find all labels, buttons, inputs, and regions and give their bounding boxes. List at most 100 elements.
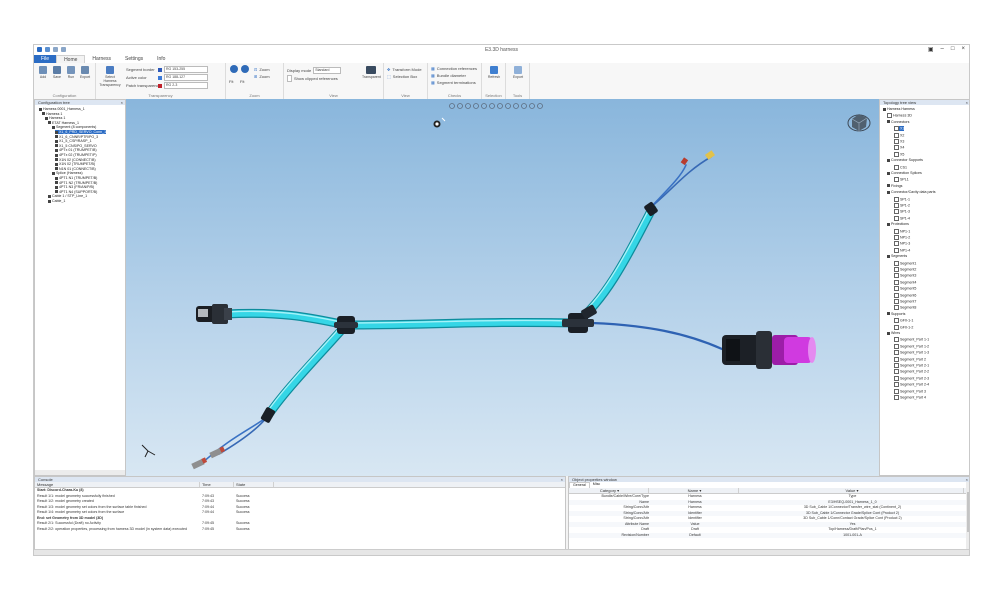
tree-node[interactable]: Harness 3D <box>887 113 912 119</box>
ribbon-options-icon[interactable]: ▣ <box>928 46 934 53</box>
tree-node[interactable]: Segments <box>887 254 907 258</box>
view-cube-icon[interactable] <box>847 114 871 132</box>
tree-node[interactable]: Connectors <box>887 120 909 124</box>
tree-node[interactable]: Segment1 <box>894 260 916 266</box>
zoom-all-button[interactable]: ⊞ Zoom <box>254 74 270 79</box>
tree-node[interactable]: GF0-1-1 <box>894 318 913 324</box>
tree-node[interactable]: N1N 01 (CONNECT/B) <box>55 167 96 171</box>
tree-node[interactable]: Connector/Cavity data parts <box>887 190 936 194</box>
console-col-state[interactable]: State <box>234 482 274 487</box>
tree-node[interactable]: NP1-1 <box>894 228 910 234</box>
tree-node[interactable]: SP1-3 <box>894 209 910 215</box>
zoom-out-button[interactable] <box>240 65 250 74</box>
tree-node[interactable]: 4PTx 02 (TRUMPET/P) <box>55 153 97 157</box>
properties-col-name[interactable]: Name ▾ <box>649 488 739 493</box>
refresh-button[interactable]: Refresh <box>487 66 501 79</box>
tree-node[interactable]: X1N 02 (CONNECT/B) <box>55 158 96 162</box>
segment-terminations-button[interactable]: ▦ Segment terminations <box>431 80 476 85</box>
tree-node[interactable]: Harness 0001_Harness_1 <box>39 107 85 111</box>
tab-home[interactable]: Home <box>56 55 86 63</box>
connection-references-button[interactable]: ▦ Connection references <box>431 66 477 71</box>
export-button[interactable]: Export <box>511 66 525 79</box>
tree-node[interactable]: X5 <box>894 151 904 157</box>
tree-node[interactable]: Splice (Harness) <box>52 171 83 175</box>
3d-viewport[interactable] <box>126 99 879 476</box>
save-button[interactable]: Save <box>51 66 63 79</box>
tree-node[interactable]: Segment_Part 1-1 <box>894 337 929 343</box>
tree-node[interactable]: 4PTx 01 (TRUMPET/B) <box>55 148 97 152</box>
select-transparency-button[interactable]: Select Harness Transparency <box>99 66 121 87</box>
tree-node[interactable]: Segment_Part 1-2 <box>894 343 929 349</box>
tree-node[interactable]: GF0-1-2 <box>894 324 913 330</box>
minimize-icon[interactable]: – <box>941 46 944 53</box>
tree-node[interactable]: Wires <box>887 331 900 335</box>
panel-close-icon[interactable]: × <box>561 477 563 482</box>
show-clipped-checkbox[interactable] <box>287 75 292 82</box>
properties-col-category[interactable]: Category ▾ <box>569 488 649 493</box>
tree-node[interactable]: ETAT Harness_1 <box>48 121 79 125</box>
add-button[interactable]: Add <box>37 66 49 79</box>
properties-col-value[interactable]: Value ▾ <box>739 488 964 493</box>
tree-node[interactable]: Harness 1 <box>45 116 65 120</box>
tree-node[interactable]: SP1-4 <box>894 215 910 221</box>
tree-node[interactable]: Segment2 <box>894 267 916 272</box>
tree-node[interactable]: X1_5 CNS/PO_SERVO <box>55 144 97 148</box>
segment-border-row[interactable]: Segment border RG 153-255 <box>126 66 208 73</box>
tree-node[interactable]: Cable 1 / STP_Line_1 <box>48 194 87 198</box>
tree-node[interactable]: Cable_1 <box>48 199 65 203</box>
maximize-icon[interactable]: □ <box>951 46 955 53</box>
tree-node[interactable]: 4PT1 N4 (SUPPORT/B) <box>55 190 97 194</box>
tab-settings[interactable]: Settings <box>118 55 150 63</box>
tree-node[interactable]: X2 <box>894 132 904 138</box>
tree-node[interactable]: Protections <box>887 222 909 226</box>
tree-node[interactable]: X4 <box>894 145 904 151</box>
tree-node[interactable]: X1_6_CNNR/PTR/PO_3 <box>55 135 98 139</box>
tree-node[interactable]: Segment_Part 2 <box>894 356 926 362</box>
tree-node[interactable]: Harness Harness <box>883 107 915 111</box>
export-config-button[interactable]: Export <box>79 66 91 79</box>
tree-node[interactable]: Fixings <box>887 184 902 188</box>
tree-node[interactable]: NP1-4 <box>894 247 910 253</box>
patch-transparency-row[interactable]: Patch transparency RG 2-3 <box>126 82 208 89</box>
tree-node[interactable]: Segment_Part 2-3 <box>894 375 929 381</box>
horizontal-scrollbar[interactable] <box>35 470 125 475</box>
active-color-combo[interactable]: RG 188-127 <box>164 74 208 81</box>
tree-node[interactable]: SP1-1 <box>894 196 910 202</box>
view-toolbar[interactable] <box>449 103 543 109</box>
fit-button[interactable]: Fit <box>229 79 233 84</box>
tree-node[interactable]: Segment_Part 2-1 <box>894 363 929 368</box>
transparent-button[interactable]: Transparent <box>362 66 381 79</box>
tree-node[interactable]: Harness 1 <box>42 112 62 116</box>
tree-node[interactable]: 4PT1 N1 (TRUMPET/B) <box>55 176 97 180</box>
tree-node[interactable]: Segment_Part 3 <box>894 388 926 394</box>
tree-node[interactable]: NP1-3 <box>894 241 910 247</box>
tree-node[interactable]: Segment4 <box>894 279 916 285</box>
display-mode-row[interactable]: Display mode Standard <box>287 67 342 74</box>
console-col-time[interactable]: Time <box>200 482 234 487</box>
display-mode-combo[interactable]: Standard <box>313 67 342 74</box>
scroll-thumb[interactable] <box>966 492 969 532</box>
tree-node[interactable]: X3 <box>894 139 904 144</box>
tree-node[interactable]: Segment_Part 2-4 <box>894 382 929 388</box>
tree-node[interactable]: Supports <box>887 312 905 316</box>
properties-scrollbar[interactable] <box>966 482 969 551</box>
tree-node[interactable]: Segment5 <box>894 286 916 292</box>
tab-harness[interactable]: Harness <box>85 55 118 63</box>
console-row[interactable]: Result 2/2: operation properties, proces… <box>35 527 565 533</box>
tree-node[interactable]: NP1-2 <box>894 235 910 240</box>
tree-node[interactable]: CS1 <box>894 164 907 170</box>
tree-node[interactable]: Segment6 <box>894 292 916 298</box>
selection-box-button[interactable]: ⬚ Selection Box <box>387 74 417 79</box>
show-clipped-row[interactable]: Show clipped references <box>287 75 338 82</box>
tree-node[interactable]: X1_6_PRD_SERVO_Conn_1 <box>55 130 107 134</box>
tree-node[interactable]: 4PT1 N3 (FR/AN/P/B) <box>55 185 94 189</box>
fit-selection-button[interactable]: Fit <box>240 79 244 84</box>
tree-node[interactable]: Connector Supports <box>887 158 923 162</box>
tree-node[interactable]: SPL1 <box>894 177 909 183</box>
console-col-message[interactable]: Message <box>35 482 200 487</box>
patch-transparency-combo[interactable]: RG 2-3 <box>164 82 208 89</box>
run-button[interactable]: Run <box>65 66 77 79</box>
tree-node[interactable]: Segment (8 components) <box>52 125 96 129</box>
close-icon[interactable]: × <box>961 46 965 53</box>
tree-node[interactable]: Segment_Part 4 <box>894 395 926 400</box>
